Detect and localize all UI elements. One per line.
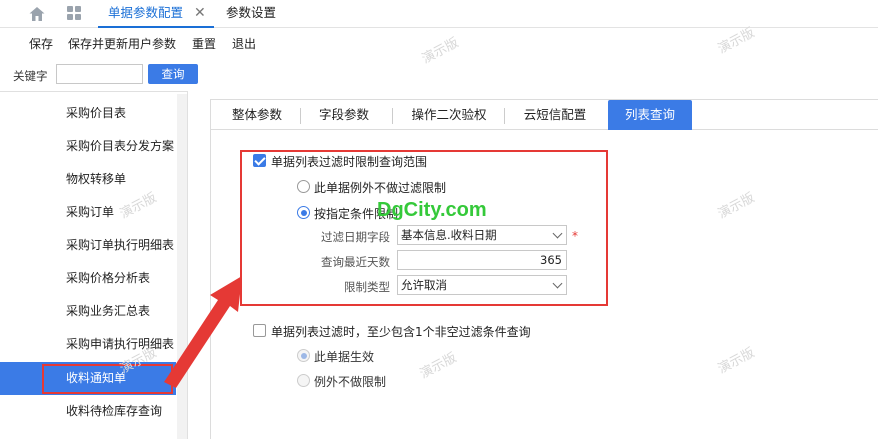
this-effective-radio[interactable] [297, 349, 310, 362]
sidebar-item[interactable]: 采购业务汇总表 [0, 295, 176, 328]
tab-field-params[interactable]: 字段参数 [310, 100, 378, 130]
tab-overall-params[interactable]: 整体参数 [224, 100, 290, 130]
tab-param-settings[interactable]: 参数设置 [226, 0, 276, 28]
sidebar-item[interactable]: 物权转移单 [0, 163, 176, 196]
close-icon[interactable]: ✕ [194, 0, 206, 26]
exempt-no-limit-radio-label: 例外不做限制 [314, 375, 387, 389]
search-bar: 关键字 查询 [0, 60, 878, 90]
tab-divider [504, 108, 505, 124]
sidebar-item[interactable]: 采购订单执行明细表 [0, 229, 176, 262]
home-icon[interactable] [28, 5, 46, 23]
sidebar-item[interactable]: 采购价目表 [0, 97, 176, 130]
save-button[interactable]: 保存 [29, 35, 53, 52]
exempt-no-limit-radio[interactable] [297, 374, 310, 387]
toolbar: 保存 保存并更新用户参数 重置 退出 [0, 30, 878, 56]
highlight-frame-settings [240, 150, 608, 306]
settings-tabs: 整体参数 字段参数 操作二次验权 云短信配置 列表查询 [210, 100, 878, 130]
highlight-frame-sidebar [42, 364, 173, 394]
top-bar: 单据参数配置 ✕ 参数设置 [0, 0, 878, 28]
this-effective-radio-label: 此单据生效 [314, 350, 375, 364]
at-least-one-label: 单据列表过滤时，至少包含1个非空过滤条件查询 [271, 325, 531, 339]
tab-divider [392, 108, 393, 124]
save-update-user-params-button[interactable]: 保存并更新用户参数 [68, 35, 176, 52]
sidebar-item[interactable]: 采购价格分析表 [0, 262, 176, 295]
sidebar-item[interactable]: 采购申请执行明细表 [0, 328, 176, 361]
tab-secondary-auth[interactable]: 操作二次验权 [402, 100, 496, 130]
tab-document-params-label: 单据参数配置 [108, 5, 184, 20]
query-button[interactable]: 查询 [148, 64, 198, 84]
reset-button[interactable]: 重置 [192, 35, 216, 52]
red-arrow-annotation [164, 276, 242, 388]
tab-document-params[interactable]: 单据参数配置 ✕ [98, 0, 214, 28]
apps-grid-icon[interactable] [66, 5, 82, 21]
sidebar-item[interactable]: 采购价目表分发方案 [0, 130, 176, 163]
keyword-label: 关键字 [13, 69, 48, 83]
sidebar-item[interactable]: 采购订单 [0, 196, 176, 229]
brand-overlay: DgCity.com [377, 199, 487, 221]
keyword-input[interactable] [56, 64, 143, 84]
tab-list-query[interactable]: 列表查询 [608, 100, 692, 130]
sidebar-item[interactable]: 收料待检库存查询 [0, 395, 176, 428]
tab-divider [300, 108, 301, 124]
at-least-one-checkbox[interactable] [253, 324, 266, 337]
tab-cloud-sms[interactable]: 云短信配置 [514, 100, 596, 130]
exit-button[interactable]: 退出 [232, 35, 256, 52]
